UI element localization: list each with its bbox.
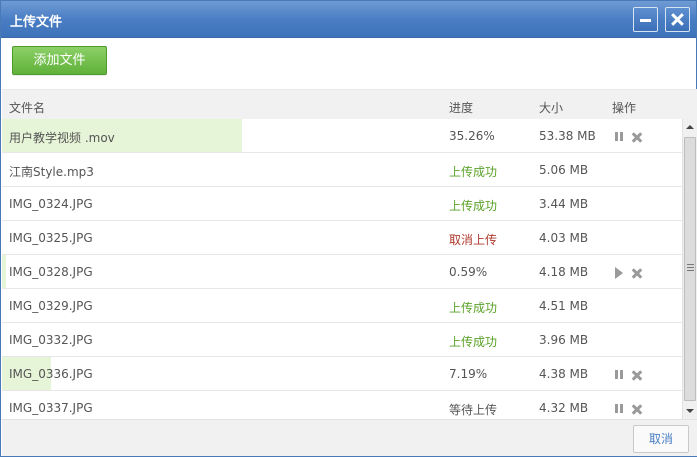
file-name: IMG_0332.JPG [9, 333, 93, 347]
file-name: 用户教学视频 .mov [9, 131, 115, 145]
file-list: 用户教学视频 .mov 35.26% 53.38 MB 江南Style.mp3 上传成功… [2, 119, 682, 419]
scroll-up-icon[interactable] [683, 119, 697, 135]
dialog-footer: 取消 [2, 419, 697, 456]
dialog-title: 上传文件 [10, 15, 63, 30]
file-status: 上传成功 [449, 335, 498, 349]
file-row: IMG_0324.JPG 上传成功 3.44 MB [2, 187, 682, 221]
file-status: 上传成功 [449, 199, 498, 213]
file-name: IMG_0328.JPG [9, 265, 93, 279]
remove-icon[interactable] [631, 369, 643, 381]
cancel-button[interactable]: 取消 [633, 425, 689, 453]
pause-icon[interactable] [613, 369, 625, 381]
column-header-ops: 操作 [612, 101, 637, 115]
file-status: 7.19% [449, 367, 488, 381]
file-row: IMG_0337.JPG 等待上传 4.32 MB [2, 391, 682, 419]
file-size: 3.96 MB [539, 333, 589, 347]
file-row: 用户教学视频 .mov 35.26% 53.38 MB [2, 119, 682, 153]
file-status: 取消上传 [449, 233, 498, 247]
file-name: IMG_0324.JPG [9, 197, 93, 211]
file-name: IMG_0337.JPG [9, 401, 93, 415]
file-name: IMG_0325.JPG [9, 231, 93, 245]
file-size: 53.38 MB [539, 129, 596, 143]
pause-icon[interactable] [613, 131, 625, 143]
remove-icon[interactable] [631, 403, 643, 415]
file-name: IMG_0329.JPG [9, 299, 93, 313]
remove-icon[interactable] [631, 131, 643, 143]
upload-dialog: 上传文件 添加文件 文件名 进度 大小 操作 用户教学视频 .mov 35.26%… [0, 0, 697, 457]
file-row: IMG_0328.JPG 0.59% 4.18 MB [2, 255, 682, 289]
file-size: 3.44 MB [539, 197, 589, 211]
minimize-icon[interactable] [633, 7, 658, 32]
file-status: 35.26% [449, 129, 495, 143]
remove-icon[interactable] [631, 267, 643, 279]
file-status: 上传成功 [449, 301, 498, 315]
scroll-down-icon[interactable] [683, 403, 697, 419]
column-header-size: 大小 [539, 101, 564, 115]
file-row: IMG_0329.JPG 上传成功 4.51 MB [2, 289, 682, 323]
list-header: 文件名 进度 大小 操作 [2, 89, 697, 119]
file-status: 0.59% [449, 265, 488, 279]
file-row: IMG_0325.JPG 取消上传 4.03 MB [2, 221, 682, 255]
file-row: 江南Style.mp3 上传成功 5.06 MB [2, 153, 682, 187]
column-header-progress: 进度 [449, 101, 474, 115]
file-size: 4.38 MB [539, 367, 589, 381]
file-name: IMG_0336.JPG [9, 367, 93, 381]
file-row: IMG_0332.JPG 上传成功 3.96 MB [2, 323, 682, 357]
progress-fill [2, 255, 6, 288]
title-bar: 上传文件 [1, 1, 696, 38]
grip-icon [687, 264, 694, 271]
file-size: 4.32 MB [539, 401, 589, 415]
pause-icon[interactable] [613, 403, 625, 415]
file-size: 4.03 MB [539, 231, 589, 245]
scrollbar-thumb[interactable] [684, 137, 696, 401]
vertical-scrollbar[interactable] [682, 119, 697, 419]
file-size: 4.51 MB [539, 299, 589, 313]
column-header-name: 文件名 [9, 101, 46, 115]
file-status: 等待上传 [449, 403, 498, 417]
file-row: IMG_0336.JPG 7.19% 4.38 MB [2, 357, 682, 391]
file-size: 4.18 MB [539, 265, 589, 279]
file-size: 5.06 MB [539, 163, 589, 177]
file-name: 江南Style.mp3 [9, 165, 94, 179]
add-file-button[interactable]: 添加文件 [12, 46, 107, 75]
file-status: 上传成功 [449, 165, 498, 179]
play-icon[interactable] [613, 267, 625, 279]
close-icon[interactable] [665, 7, 690, 32]
